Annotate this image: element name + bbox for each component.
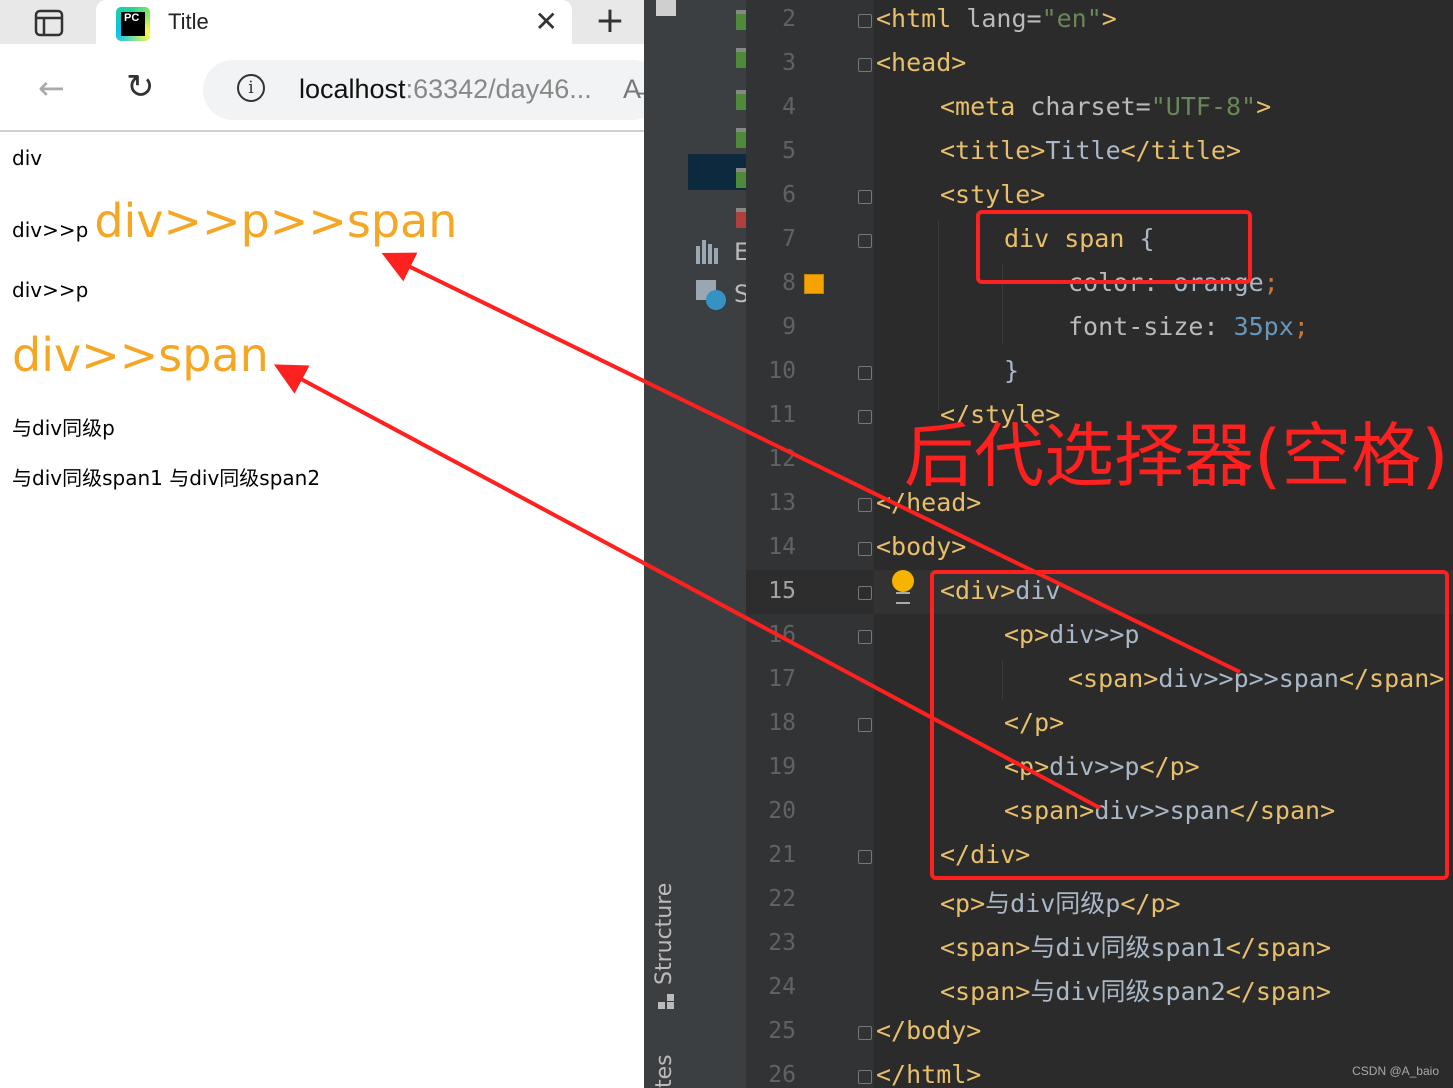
- project-tool-icon[interactable]: [656, 0, 676, 16]
- line-number: 23: [768, 930, 796, 956]
- page-line-div: div: [12, 146, 43, 170]
- fold-marker[interactable]: [858, 718, 872, 732]
- line-number: 26: [768, 1062, 796, 1088]
- project-pane: E S: [688, 0, 749, 1088]
- back-arrow-icon[interactable]: ←: [38, 72, 65, 104]
- tab-bar: PC Title ✕ +: [0, 0, 644, 52]
- page-line-div-p-2: div>>p: [12, 278, 89, 302]
- line-number: 13: [768, 490, 796, 516]
- line-number: 5: [782, 138, 796, 164]
- line-number: 11: [768, 402, 796, 428]
- page-span-div-p-span: div>>p>>span: [94, 194, 458, 248]
- code-line-6: <style>: [940, 180, 1046, 209]
- external-libraries-icon: [696, 240, 724, 264]
- browser-window: PC Title ✕ + ← ↻ i localhost:63342/day46…: [0, 0, 644, 1088]
- line-number: 14: [768, 534, 796, 560]
- fold-marker[interactable]: [858, 850, 872, 864]
- tab-close-icon[interactable]: ✕: [535, 6, 558, 38]
- structure-tool-label[interactable]: Structure: [652, 883, 677, 985]
- editor-gutter: 2 3 4 5 6 7 8 9 10 11 12 13 14 15 16 17 18 19 20 21 22 23 24 25…: [746, 0, 874, 1088]
- fold-marker[interactable]: [858, 1026, 872, 1040]
- page-line-sibling-spans: 与div同级span1 与div同级span2: [12, 462, 320, 491]
- page-sibling-span1: 与div同级span1: [12, 466, 163, 490]
- fold-marker[interactable]: [858, 630, 872, 644]
- code-line-24: <span>与div同级span2</span>: [940, 977, 1332, 1006]
- structure-icon: [658, 994, 674, 1010]
- pycharm-logo-icon: PC: [116, 7, 150, 41]
- lightbulb-icon[interactable]: [892, 570, 914, 592]
- fold-marker[interactable]: [858, 234, 872, 248]
- page-span-div-span: div>>span: [12, 328, 269, 382]
- navigation-bar: ← ↻ i localhost:63342/day46... A̵: [0, 44, 644, 132]
- read-aloud-icon[interactable]: A̵: [623, 74, 641, 105]
- line-number: 20: [768, 798, 796, 824]
- code-line-22: <p>与div同级p</p>: [940, 889, 1181, 918]
- line-number: 8: [782, 270, 796, 296]
- code-editor[interactable]: <html lang="en"> <head> <meta charset="U…: [874, 0, 1453, 1088]
- ide-tool-strip: Structure tes: [644, 0, 688, 1088]
- line-number: 9: [782, 314, 796, 340]
- address-url[interactable]: localhost:63342/day46...: [299, 74, 592, 105]
- line-number: 4: [782, 94, 796, 120]
- line-number: 17: [768, 666, 796, 692]
- new-tab-button[interactable]: +: [582, 3, 638, 40]
- code-line-10: }: [1004, 356, 1020, 385]
- line-number: 10: [768, 358, 796, 384]
- watermark: CSDN @A_baio: [1352, 1064, 1439, 1078]
- line-number: 3: [782, 50, 796, 76]
- code-line-23: <span>与div同级span1</span>: [940, 933, 1332, 962]
- annotation-label: 后代选择器(空格): [904, 415, 1449, 497]
- code-line-4: <meta charset="UTF-8">: [940, 92, 1272, 121]
- fold-marker[interactable]: [858, 366, 872, 380]
- code-line-3: <head>: [876, 48, 967, 77]
- notes-tool-label[interactable]: tes: [652, 1054, 677, 1088]
- line-number: 6: [782, 182, 796, 208]
- annotation-box-div: [930, 570, 1449, 880]
- tab-actions-icon: [34, 9, 64, 37]
- fold-marker[interactable]: [858, 1070, 872, 1084]
- tab-actions-button[interactable]: [22, 7, 76, 39]
- page-line-sibling-p: 与div同级p: [12, 416, 115, 440]
- color-swatch-orange[interactable]: [804, 274, 824, 294]
- annotation-box-selector: [976, 210, 1252, 284]
- fold-marker[interactable]: [858, 498, 872, 512]
- page-line-div-p: div>>p div>>p>>span: [12, 194, 457, 248]
- line-number: 21: [768, 842, 796, 868]
- ide-window: Structure tes E S 2 3 4 5 6 7 8 9 10 11 12 13 14 1: [644, 0, 1453, 1088]
- page-sibling-span2: 与div同级span2: [169, 466, 321, 490]
- line-number: 7: [782, 226, 796, 252]
- scratches-icon: [696, 280, 726, 310]
- line-number: 16: [768, 622, 796, 648]
- reload-icon[interactable]: ↻: [126, 70, 155, 104]
- line-number: 22: [768, 886, 796, 912]
- line-number: 24: [768, 974, 796, 1000]
- page-text-div-p: div>>p: [12, 218, 89, 242]
- line-number: 18: [768, 710, 796, 736]
- fold-marker[interactable]: [858, 586, 872, 600]
- fold-marker[interactable]: [858, 410, 872, 424]
- site-info-icon[interactable]: i: [237, 74, 265, 102]
- fold-marker[interactable]: [858, 58, 872, 72]
- tab-title-label: Title: [168, 9, 209, 34]
- code-line-5: <title>Title</title>: [940, 136, 1242, 165]
- code-line-14: <body>: [876, 532, 967, 561]
- line-number: 25: [768, 1018, 796, 1044]
- fold-marker[interactable]: [858, 542, 872, 556]
- code-line-25: </body>: [876, 1016, 982, 1045]
- line-number: 12: [768, 446, 796, 472]
- code-line-9: font-size: 35px;: [1068, 312, 1309, 341]
- fold-marker[interactable]: [858, 190, 872, 204]
- line-number: 19: [768, 754, 796, 780]
- line-number: 15: [768, 578, 796, 604]
- code-line-26: </html>: [876, 1060, 982, 1088]
- line-number: 2: [782, 6, 796, 32]
- address-bar[interactable]: i localhost:63342/day46... A̵: [203, 60, 644, 120]
- fold-marker[interactable]: [858, 14, 872, 28]
- code-line-2: <html lang="en">: [876, 4, 1117, 33]
